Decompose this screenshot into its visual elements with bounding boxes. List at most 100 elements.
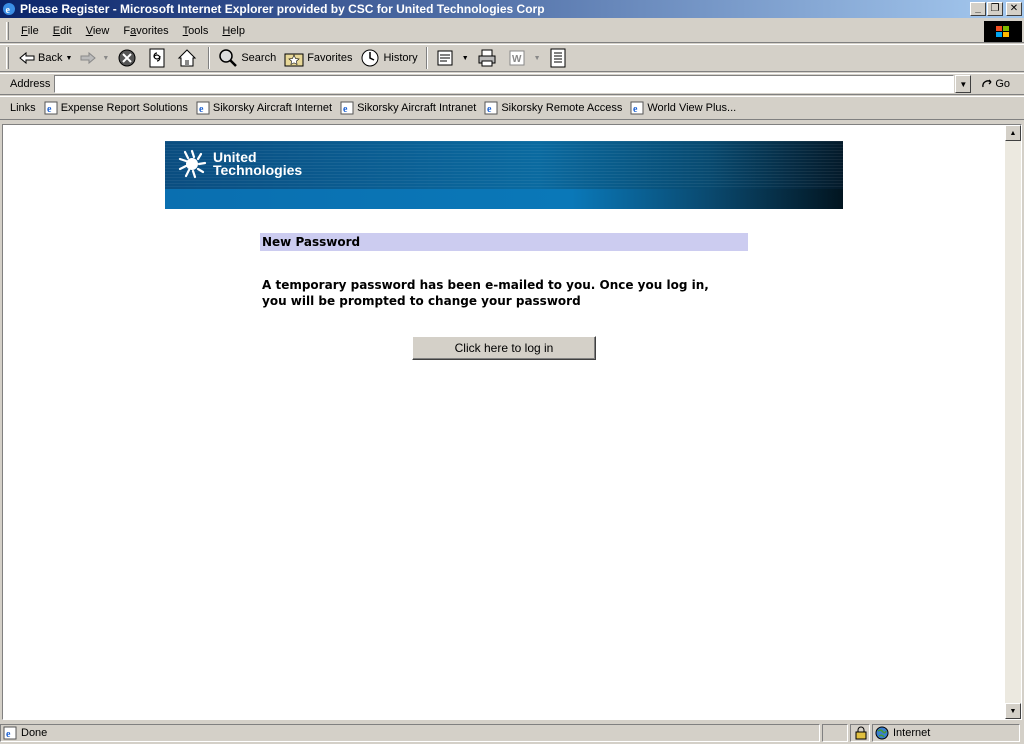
menu-tools[interactable]: Tools	[177, 23, 215, 39]
menu-edit[interactable]: Edit	[47, 23, 78, 39]
go-button[interactable]: Go	[981, 77, 1010, 91]
ie-page-icon: e	[340, 101, 354, 115]
refresh-icon	[149, 48, 165, 68]
status-progress	[822, 724, 848, 742]
standard-toolbar: Back ▼ ▼ Search Favorites History ▼ W ▼	[0, 44, 1024, 72]
search-label: Search	[241, 52, 277, 64]
link-label: Sikorsky Remote Access	[501, 102, 623, 114]
menu-help-label: elp	[230, 24, 245, 37]
history-label: History	[383, 52, 418, 64]
stop-icon	[118, 49, 136, 67]
menu-view[interactable]: View	[80, 23, 116, 39]
link-sikorsky-remote[interactable]: e Sikorsky Remote Access	[482, 101, 628, 115]
toolbar-separator	[425, 47, 428, 69]
favorites-label: Favorites	[307, 52, 353, 64]
menu-edit-label: dit	[60, 24, 72, 37]
svg-text:e: e	[6, 729, 11, 740]
minimize-button[interactable]: _	[970, 2, 986, 16]
menu-favorites-label: vorites	[136, 24, 169, 37]
banner-band	[165, 189, 843, 209]
menu-file[interactable]: File	[15, 23, 45, 39]
link-sikorsky-internet[interactable]: e Sikorsky Aircraft Internet	[194, 101, 338, 115]
window-title: Please Register - Microsoft Internet Exp…	[20, 2, 545, 16]
login-button[interactable]: Click here to log in	[412, 336, 596, 360]
menu-view-label: iew	[92, 24, 110, 37]
status-main: e Done	[0, 724, 820, 742]
mail-icon	[437, 50, 453, 66]
logo-line2: Technologies	[213, 162, 303, 178]
ie-page-icon: e	[196, 101, 210, 115]
menu-view-accel: V	[85, 24, 93, 37]
toolbar-grip[interactable]	[6, 21, 9, 40]
link-sikorsky-intranet[interactable]: e Sikorsky Aircraft Intranet	[338, 101, 482, 115]
home-button[interactable]	[173, 46, 204, 70]
menu-tools-label: ools	[188, 24, 209, 37]
message-line1: A temporary password has been e-mailed t…	[262, 278, 709, 292]
forward-dropdown-icon[interactable]: ▼	[102, 55, 109, 62]
go-arrow-icon	[982, 79, 992, 88]
utc-logo: United Technologies	[177, 149, 302, 179]
status-bar: e Done Internet	[0, 722, 1024, 744]
svg-text:e: e	[47, 104, 52, 115]
address-bar: Address ▼ Go	[0, 73, 1024, 95]
favorites-button[interactable]: Favorites	[280, 46, 356, 70]
menu-help[interactable]: Help	[216, 23, 251, 39]
ie-icon: e	[3, 3, 15, 16]
toolbar-separator	[208, 47, 211, 69]
svg-text:W: W	[512, 54, 522, 65]
address-label: Address	[10, 78, 51, 90]
status-lock	[850, 724, 870, 742]
message-line2: you will be prompted to change your pass…	[262, 294, 581, 308]
link-label: Sikorsky Aircraft Intranet	[357, 102, 477, 114]
back-button[interactable]: Back ▼	[15, 46, 76, 70]
link-label: World View Plus...	[647, 102, 737, 114]
favorites-icon	[284, 53, 304, 67]
globe-icon	[875, 726, 889, 740]
home-icon	[178, 49, 197, 67]
search-icon	[219, 49, 238, 67]
svg-text:e: e	[343, 104, 348, 115]
printer-icon	[478, 49, 496, 67]
menu-favorites[interactable]: Favorites	[117, 23, 174, 39]
utc-banner: United Technologies	[165, 141, 843, 209]
refresh-button[interactable]	[144, 46, 173, 70]
history-button[interactable]: History	[356, 46, 421, 70]
search-button[interactable]: Search	[214, 46, 280, 70]
lock-icon	[855, 726, 867, 740]
close-button[interactable]: ✕	[1006, 2, 1022, 16]
edit-dropdown-icon[interactable]: ▼	[534, 55, 541, 62]
password-message: A temporary password has been e-mailed t…	[262, 277, 762, 309]
page-viewport: United Technologies New Password A tempo…	[2, 124, 1022, 720]
scroll-down-icon[interactable]: ▼	[1005, 703, 1021, 719]
utc-logo-text: United Technologies	[213, 150, 303, 178]
back-dropdown-icon[interactable]: ▼	[65, 55, 72, 62]
menu-file-label: ile	[27, 24, 39, 37]
status-zone: Internet	[872, 724, 1020, 742]
links-label: Links	[10, 102, 36, 114]
address-input[interactable]	[54, 75, 955, 93]
link-expense-report[interactable]: e Expense Report Solutions	[42, 101, 194, 115]
scroll-up-icon[interactable]: ▲	[1005, 125, 1021, 141]
utc-logo-icon	[178, 149, 207, 179]
forward-button[interactable]: ▼	[76, 46, 113, 70]
maximize-button[interactable]: ❐	[987, 2, 1003, 16]
history-icon	[361, 49, 379, 67]
svg-text:e: e	[633, 104, 638, 115]
ie-page-icon: e	[630, 101, 644, 115]
edit-button[interactable]: W ▼	[504, 46, 545, 70]
address-dropdown-icon[interactable]: ▼	[955, 75, 972, 93]
discuss-button[interactable]	[545, 46, 574, 70]
mail-dropdown-icon[interactable]: ▼	[462, 55, 469, 62]
link-label: Sikorsky Aircraft Internet	[212, 102, 333, 114]
stop-button[interactable]	[113, 46, 144, 70]
svg-text:e: e	[487, 104, 492, 115]
mail-button[interactable]: ▼	[432, 46, 473, 70]
ie-page-icon: e	[3, 726, 17, 740]
new-password-header: New Password	[260, 233, 748, 251]
vertical-scrollbar[interactable]: ▲ ▼	[1005, 125, 1021, 719]
menu-edit-accel: E	[52, 24, 61, 37]
print-button[interactable]	[473, 46, 504, 70]
link-world-view[interactable]: e World View Plus...	[628, 101, 742, 115]
toolbar-grip[interactable]	[6, 47, 9, 69]
discuss-icon	[550, 48, 566, 68]
